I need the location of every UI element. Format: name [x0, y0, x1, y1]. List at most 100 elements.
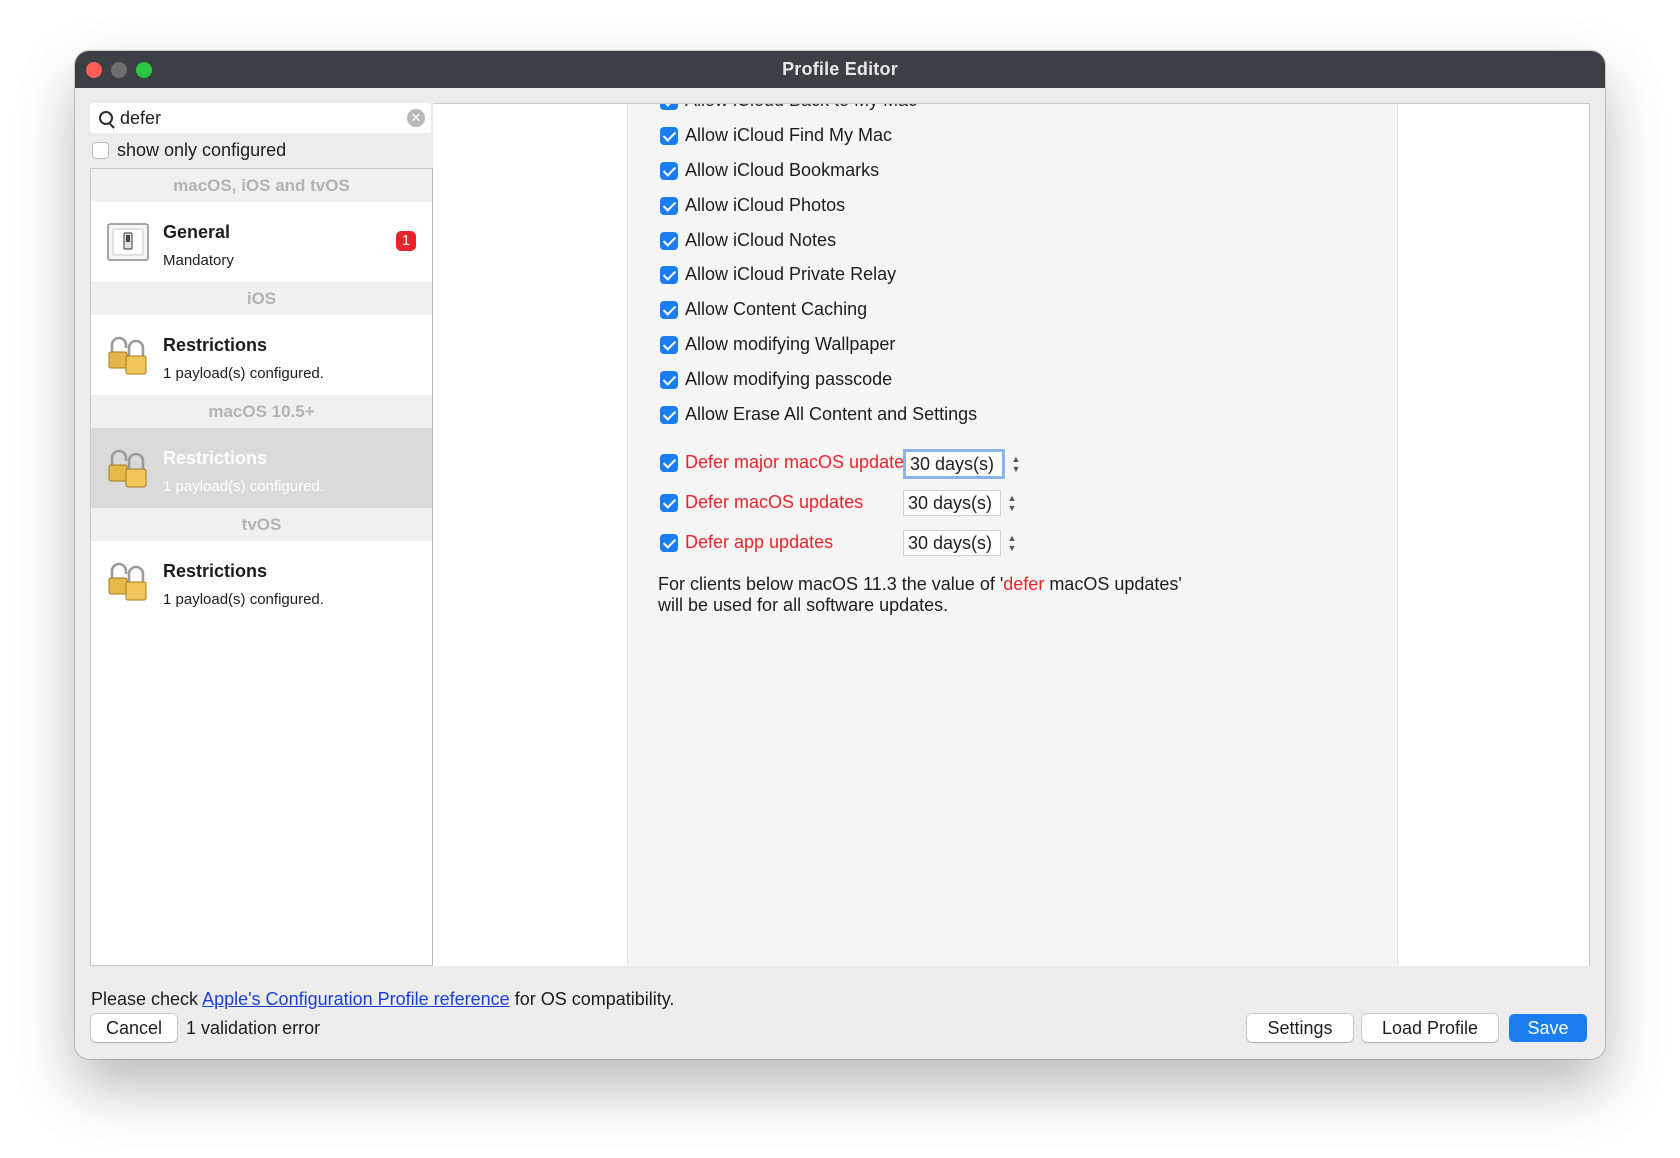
option-checkbox[interactable] [660, 104, 678, 110]
note-part1: For clients below macOS 11.3 the value o… [658, 574, 1004, 594]
defer-major-days-field[interactable]: 30 days(s) [903, 449, 1005, 479]
section-header: tvOS [91, 508, 432, 541]
option-checkbox[interactable] [660, 126, 678, 145]
search-field[interactable]: ✕ [90, 103, 431, 133]
payload-title: Restrictions [163, 448, 268, 468]
option-label: Allow iCloud Notes [685, 230, 837, 250]
option-label: Allow iCloud Find My Mac [685, 125, 893, 145]
option-row[interactable]: Allow iCloud Private Relay [660, 264, 896, 285]
padlocks-icon [108, 562, 147, 601]
defer-app-stepper[interactable]: 30 days(s) ▲ ▼ [903, 530, 1019, 556]
section-header: iOS [91, 282, 432, 315]
defer-major-stepper[interactable]: 30 days(s) ▲ ▼ [903, 449, 1023, 479]
option-row[interactable]: Allow iCloud Photos [660, 195, 845, 216]
settings-button[interactable]: Settings [1247, 1014, 1353, 1042]
stepper-arrows-icon[interactable]: ▲ ▼ [1005, 491, 1019, 515]
minimize-window-button[interactable] [111, 62, 127, 78]
note-part2: macOS updates' [1044, 574, 1182, 594]
payload-list[interactable]: macOS, iOS and tvOS General Mandatory 1 … [90, 168, 433, 966]
option-label: Allow modifying passcode [685, 369, 893, 389]
compatibility-note: For clients below macOS 11.3 the value o… [658, 574, 1182, 616]
defer-app-label: Defer app updates [685, 532, 834, 552]
load-profile-button[interactable]: Load Profile [1362, 1014, 1498, 1042]
search-icon [90, 103, 120, 133]
validation-status: 1 validation error [186, 1018, 321, 1038]
option-row[interactable]: Allow Content Caching [660, 299, 867, 320]
footer-note-prefix: Please check [91, 989, 203, 1009]
defer-macos-stepper[interactable]: 30 days(s) ▲ ▼ [903, 490, 1019, 516]
payload-subtitle: 1 payload(s) configured. [163, 365, 324, 382]
option-row[interactable]: Allow modifying passcode [660, 369, 892, 390]
payload-subtitle: 1 payload(s) configured. [163, 591, 324, 608]
section-header: macOS 10.5+ [91, 395, 432, 428]
cancel-button[interactable]: Cancel [91, 1014, 177, 1042]
option-label: Allow Erase All Content and Settings [685, 404, 978, 424]
option-row-partial[interactable]: Allow iCloud Back to My Mac [660, 104, 917, 111]
show-only-configured-checkbox[interactable] [92, 142, 109, 159]
payload-item-restrictions-macos[interactable]: Restrictions 1 payload(s) configured. [91, 428, 432, 508]
note-red-word: defer [1003, 574, 1045, 594]
payload-item-general[interactable]: General Mandatory 1 [91, 202, 432, 282]
switch-icon [107, 223, 149, 261]
defer-app-days-field[interactable]: 30 days(s) [903, 530, 1001, 556]
show-only-configured-row[interactable]: show only configured [92, 140, 286, 161]
defer-major-row[interactable]: Defer major macOS updates [660, 452, 913, 473]
option-checkbox[interactable] [660, 265, 678, 284]
footer-note-suffix: for OS compatibility. [509, 989, 675, 1009]
show-only-configured-label: show only configured [117, 140, 287, 160]
defer-major-label: Defer major macOS updates [685, 452, 914, 472]
option-label: Allow iCloud Bookmarks [685, 160, 880, 180]
defer-macos-row[interactable]: Defer macOS updates [660, 492, 863, 513]
zoom-window-button[interactable] [136, 62, 152, 78]
option-checkbox[interactable] [660, 370, 678, 389]
defer-macos-label: Defer macOS updates [685, 492, 864, 512]
option-label: Allow Content Caching [685, 299, 868, 319]
padlocks-icon [108, 449, 147, 488]
defer-app-row[interactable]: Defer app updates [660, 532, 833, 553]
stepper-arrows-icon[interactable]: ▲ ▼ [1009, 452, 1023, 476]
option-checkbox[interactable] [660, 231, 678, 250]
defer-macos-days-field[interactable]: 30 days(s) [903, 490, 1001, 516]
payload-title: Restrictions [163, 561, 268, 581]
option-label: Allow modifying Wallpaper [685, 334, 896, 354]
profile-editor-window: Profile Editor ✕ show only configured ma… [75, 51, 1605, 1059]
configuration-reference-link[interactable]: Apple's Configuration Profile reference [202, 989, 510, 1009]
payload-item-restrictions-tvos[interactable]: Restrictions 1 payload(s) configured. [91, 541, 432, 621]
padlocks-icon [108, 336, 147, 375]
payload-item-restrictions-ios[interactable]: Restrictions 1 payload(s) configured. [91, 315, 432, 395]
payload-subtitle: Mandatory [163, 252, 234, 269]
option-row[interactable]: Allow Erase All Content and Settings [660, 404, 977, 425]
note-line2: will be used for all software updates. [658, 595, 949, 615]
stepper-arrows-icon[interactable]: ▲ ▼ [1005, 531, 1019, 555]
payload-settings-area[interactable]: Allow iCloud Back to My Mac Allow iCloud… [433, 103, 1590, 966]
payload-title: General [163, 222, 231, 242]
defer-app-checkbox[interactable] [660, 533, 678, 552]
option-label: Allow iCloud Private Relay [685, 264, 897, 284]
option-row[interactable]: Allow iCloud Notes [660, 230, 836, 251]
payload-subtitle: 1 payload(s) configured. [163, 478, 324, 495]
defer-major-checkbox[interactable] [660, 453, 678, 472]
option-checkbox[interactable] [660, 300, 678, 319]
settings-panel: Allow iCloud Back to My Mac Allow iCloud… [627, 104, 1398, 966]
search-input[interactable] [120, 104, 390, 132]
option-checkbox[interactable] [660, 196, 678, 215]
title-bar: Profile Editor [75, 51, 1605, 88]
defer-macos-checkbox[interactable] [660, 493, 678, 512]
window-controls [86, 62, 152, 78]
window-title: Profile Editor [782, 59, 898, 79]
payload-title: Restrictions [163, 335, 268, 355]
clear-search-icon[interactable]: ✕ [407, 109, 425, 127]
footer-note: Please check Apple's Configuration Profi… [91, 989, 674, 1010]
option-label: Allow iCloud Photos [685, 195, 846, 215]
option-checkbox[interactable] [660, 161, 678, 180]
option-label: Allow iCloud Back to My Mac [685, 104, 917, 111]
error-badge: 1 [396, 231, 416, 251]
section-header: macOS, iOS and tvOS [91, 169, 432, 202]
option-checkbox[interactable] [660, 335, 678, 354]
save-button[interactable]: Save [1509, 1014, 1587, 1042]
close-window-button[interactable] [86, 62, 102, 78]
option-row[interactable]: Allow iCloud Bookmarks [660, 160, 879, 181]
option-row[interactable]: Allow modifying Wallpaper [660, 334, 895, 355]
option-row[interactable]: Allow iCloud Find My Mac [660, 125, 892, 146]
option-checkbox[interactable] [660, 405, 678, 424]
